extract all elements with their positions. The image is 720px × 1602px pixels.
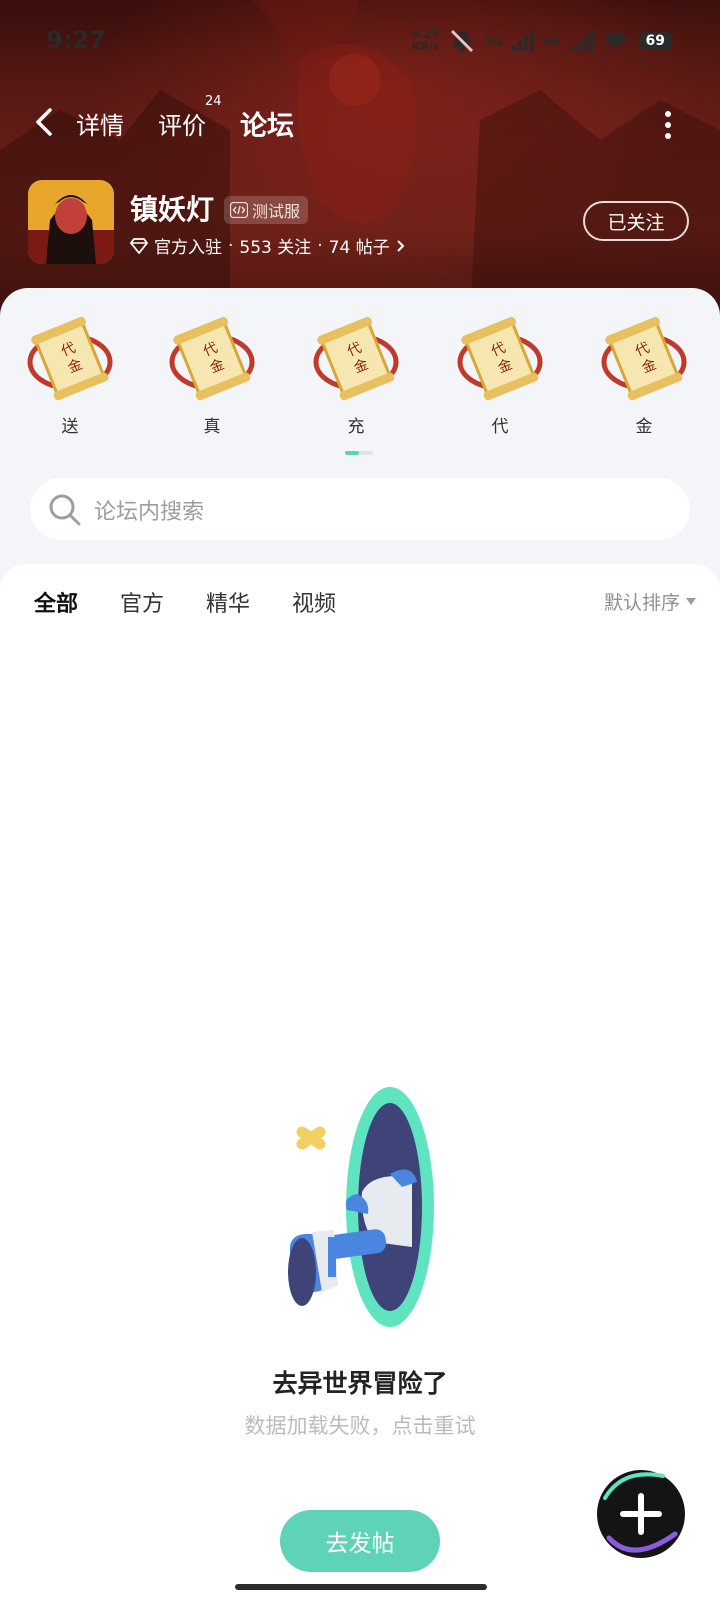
code-icon	[230, 202, 248, 218]
add-post-fab[interactable]	[593, 1468, 689, 1560]
back-arrow-icon[interactable]	[30, 104, 60, 140]
tab-reviews[interactable]: 评价	[158, 106, 206, 141]
gift-label: 送	[61, 417, 79, 437]
gift-label: 代	[491, 417, 509, 437]
filter-tab-all[interactable]: 全部	[34, 586, 78, 624]
filter-tab-video[interactable]: 视频	[292, 586, 336, 618]
signal-icon	[511, 31, 534, 51]
gift-panel: 代 金 送 代 金 真 代 金 充 代 金 代 代 金 金 论坛内搜索	[0, 288, 720, 588]
game-icon-artwork	[28, 180, 114, 264]
page-indicator	[345, 451, 373, 455]
diamond-icon	[130, 237, 148, 254]
more-options-icon[interactable]	[664, 110, 672, 140]
game-title: 镇妖灯	[130, 193, 215, 226]
forum-search-bar[interactable]: 论坛内搜索	[30, 478, 690, 540]
page-indicator-active	[345, 451, 359, 455]
posts-count: 74 帖子	[328, 238, 390, 258]
filter-tab-featured[interactable]: 精华	[206, 586, 250, 618]
top-nav: 详情 评价 24 论坛	[0, 94, 720, 152]
meta-separator: ·	[228, 235, 234, 256]
wifi-icon	[603, 32, 628, 49]
test-server-label: 测试服	[252, 202, 301, 221]
empty-state-title: 去异世界冒险了	[272, 1369, 448, 1398]
caret-down-icon	[686, 597, 696, 605]
search-input[interactable]: 论坛内搜索	[94, 494, 204, 526]
coupon-scroll-icon: 代 金	[169, 316, 255, 401]
meta-separator: ·	[317, 235, 323, 256]
mute-bell-icon	[451, 29, 474, 53]
status-time: 9:27	[46, 26, 106, 54]
follow-button[interactable]: 已关注	[583, 201, 689, 241]
coupon-scroll-icon: 代 金	[457, 316, 543, 401]
game-app-icon[interactable]	[28, 180, 114, 264]
chevron-right-icon	[397, 239, 405, 252]
network-speed-unit: KB/s	[411, 40, 440, 53]
battery-indicator: 69	[638, 32, 672, 50]
sort-dropdown[interactable]: 默认排序	[604, 588, 696, 615]
forum-content: 全部 官方 精华 视频 默认排序 去异世界冒险了 数据加载失败，点击重试 去发帖	[0, 564, 720, 1602]
filter-tab-official[interactable]: 官方	[120, 586, 164, 618]
followers-count: 553 关注	[239, 238, 312, 258]
gift-item[interactable]: 代 金 代	[450, 314, 550, 437]
signal-icon-2	[570, 31, 593, 51]
gift-label: 充	[347, 417, 365, 437]
test-server-tag: 测试服	[224, 196, 309, 224]
coupon-scroll-icon: 代 金	[601, 316, 687, 401]
reviews-count-badge: 24	[205, 94, 222, 109]
net-5g-label: 5G	[485, 34, 502, 48]
gift-item[interactable]: 代 金 充	[306, 314, 406, 437]
empty-state-illustration	[288, 1087, 434, 1327]
tab-details[interactable]: 详情	[76, 106, 124, 141]
official-label: 官方入驻	[154, 238, 222, 258]
status-bar: 9:27 9.27 KB/s 5G 4G 69	[0, 22, 720, 62]
gift-label: 金	[635, 417, 653, 437]
gift-item[interactable]: 代 金 金	[594, 314, 694, 437]
search-icon	[49, 494, 81, 526]
net-4g-label: 4G	[543, 34, 561, 48]
sort-label: 默认排序	[603, 592, 680, 614]
gift-label: 真	[203, 417, 221, 437]
network-speed: 9.27 KB/s	[412, 29, 439, 53]
home-indicator[interactable]	[235, 1584, 487, 1590]
tab-forum[interactable]: 论坛	[240, 104, 294, 149]
coupon-scroll-icon: 代 金	[27, 316, 113, 401]
create-post-button[interactable]: 去发帖	[280, 1510, 440, 1572]
retry-message[interactable]: 数据加载失败，点击重试	[0, 1410, 720, 1440]
coupon-scroll-icon: 代 金	[313, 316, 399, 401]
gift-item[interactable]: 代 金 真	[162, 314, 262, 437]
game-meta[interactable]: 官方入驻 · 553 关注 · 74 帖子	[130, 233, 406, 258]
gift-item[interactable]: 代 金 送	[20, 314, 120, 437]
